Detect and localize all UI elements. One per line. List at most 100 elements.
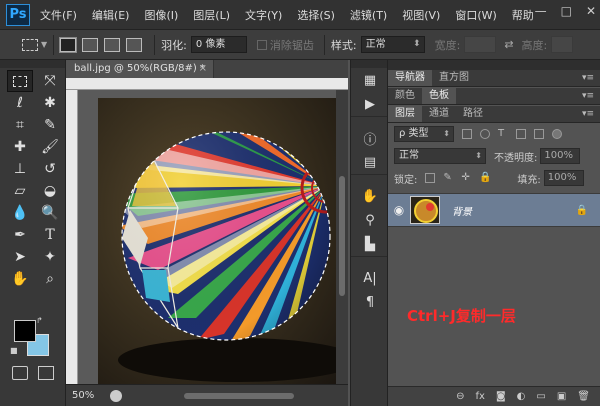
layer-row-background[interactable]: ◉ 背景 🔒 — [388, 193, 600, 227]
type-tool[interactable]: T — [37, 224, 63, 246]
add-selection-button[interactable] — [82, 37, 99, 52]
quick-mask-button[interactable] — [12, 366, 28, 380]
status-menu-icon[interactable] — [110, 389, 122, 402]
eyedropper-tool[interactable]: ✎ — [37, 114, 63, 136]
menu-image[interactable]: 图像(I) — [144, 7, 178, 23]
tab-channels[interactable]: 通道 — [422, 106, 456, 122]
menu-filter[interactable]: 滤镜(T) — [350, 7, 387, 23]
height-input[interactable] — [551, 36, 574, 53]
chevron-down-icon[interactable]: ▼ — [41, 40, 47, 49]
dodge-tool[interactable]: 🔍 — [37, 202, 63, 224]
info-panel-icon[interactable]: ⓘ — [351, 126, 389, 150]
menu-window[interactable]: 窗口(W) — [455, 7, 496, 23]
maximize-button[interactable]: □ — [561, 4, 572, 18]
lock-pixels-icon[interactable]: ✎ — [443, 173, 453, 183]
menu-type[interactable]: 文字(Y) — [245, 7, 282, 23]
mask-icon[interactable]: ◙ — [496, 391, 506, 402]
panel-menu-icon[interactable]: ▾≡ — [582, 106, 594, 122]
default-colors-icon[interactable]: ■ — [10, 346, 18, 355]
tab-navigator[interactable]: 导航器 — [388, 70, 432, 86]
filter-toggle-icon[interactable] — [552, 129, 562, 139]
visibility-eye-icon[interactable]: ◉ — [388, 203, 410, 217]
lock-all-icon[interactable]: 🔒 — [479, 173, 491, 183]
width-input[interactable] — [464, 36, 497, 53]
filter-type-icon[interactable]: T — [498, 129, 508, 139]
close-document-icon[interactable]: × — [199, 60, 207, 78]
folder-icon[interactable]: ▭ — [536, 391, 545, 402]
filter-smart-object-icon[interactable] — [534, 129, 544, 139]
tab-swatches[interactable]: 色板 — [422, 88, 456, 104]
foreground-color-swatch[interactable] — [14, 320, 36, 342]
dock-grip[interactable] — [351, 60, 387, 68]
minimize-button[interactable]: — — [535, 4, 547, 18]
path-selection-tool[interactable]: ➤ — [7, 246, 33, 268]
history-brush-tool[interactable]: ↺ — [37, 158, 63, 180]
marquee-tool[interactable] — [7, 70, 33, 92]
character-panel-icon[interactable]: A| — [351, 266, 389, 290]
zoom-level[interactable]: 50% — [72, 390, 102, 401]
adjustment-icon[interactable]: ◐ — [517, 391, 526, 402]
horizontal-scroll-thumb[interactable] — [184, 393, 294, 399]
blur-tool[interactable]: 💧 — [7, 202, 33, 224]
menu-file[interactable]: 文件(F) — [40, 7, 77, 23]
vertical-scrollbar[interactable] — [336, 90, 348, 384]
lock-position-icon[interactable]: ✛ — [461, 173, 471, 183]
tab-layers[interactable]: 图层 — [388, 106, 422, 122]
adjustments-icon[interactable]: ⚲ — [351, 208, 389, 232]
right-panel-grip[interactable] — [388, 60, 600, 70]
fill-input[interactable]: 100% — [543, 170, 584, 186]
close-window-button[interactable]: ✕ — [586, 4, 596, 18]
properties-panel-icon[interactable]: ▤ — [351, 150, 389, 174]
filter-pixel-icon[interactable] — [462, 129, 472, 139]
eraser-tool[interactable]: ▱ — [7, 180, 33, 202]
tab-paths[interactable]: 路径 — [456, 106, 490, 122]
magic-wand-tool[interactable]: ✱ — [37, 92, 63, 114]
brush-presets-icon[interactable]: ✋ — [351, 184, 389, 208]
new-selection-button[interactable] — [59, 36, 78, 53]
layer-name[interactable]: 背景 — [452, 203, 472, 218]
panel-menu-icon[interactable]: ▾≡ — [582, 88, 594, 104]
menu-layer[interactable]: 图层(L) — [193, 7, 230, 23]
swap-dimensions-icon[interactable]: ⇄ — [504, 38, 513, 51]
canvas[interactable] — [78, 90, 336, 384]
vertical-scroll-thumb[interactable] — [339, 176, 345, 296]
brush-tool[interactable]: 🖌 — [37, 136, 63, 158]
link-icon[interactable]: ⊖ — [456, 391, 464, 402]
paragraph-panel-icon[interactable]: ¶ — [351, 290, 389, 314]
lasso-tool[interactable]: ℓ — [7, 92, 33, 114]
intersect-selection-button[interactable] — [126, 37, 143, 52]
hand-tool[interactable]: ✋ — [7, 268, 33, 290]
antialias-checkbox[interactable] — [256, 39, 267, 50]
move-tool[interactable]: ⤧ — [37, 70, 63, 92]
healing-brush-tool[interactable]: ✚ — [7, 136, 33, 158]
clone-stamp-tool[interactable]: ⊥ — [7, 158, 33, 180]
menu-help[interactable]: 帮助 — [512, 7, 534, 23]
feather-input[interactable]: 0 像素 — [190, 36, 247, 53]
menu-view[interactable]: 视图(V) — [402, 7, 440, 23]
paint-bucket-tool[interactable]: ◒ — [37, 180, 63, 202]
trash-icon[interactable]: 🗑 — [577, 391, 590, 402]
menu-select[interactable]: 选择(S) — [297, 7, 335, 23]
marquee-preset-icon[interactable] — [22, 38, 38, 51]
actions-panel-icon[interactable]: ▶ — [351, 92, 389, 116]
history-panel-icon[interactable]: ▦ — [351, 68, 389, 92]
panel-menu-icon[interactable]: ▾≡ — [582, 70, 594, 86]
new-layer-icon[interactable]: ▣ — [557, 391, 566, 402]
screen-mode-button[interactable] — [38, 366, 54, 380]
filter-adjustment-icon[interactable] — [480, 129, 490, 139]
shape-tool[interactable]: ✦ — [37, 246, 63, 268]
fx-icon[interactable]: fx — [476, 391, 485, 402]
filter-shape-icon[interactable] — [516, 129, 526, 139]
lock-transparency-icon[interactable] — [425, 173, 436, 183]
zoom-tool[interactable]: ⌕ — [37, 268, 63, 290]
swap-colors-icon[interactable]: ↱ — [36, 316, 43, 325]
crop-tool[interactable]: ⌗ — [7, 114, 33, 136]
layer-kind-filter[interactable]: ρ 类型 — [394, 126, 454, 142]
panel-grip[interactable] — [0, 60, 65, 68]
document-tab[interactable]: ball.jpg @ 50%(RGB/8#) * × — [66, 60, 214, 78]
styles-icon[interactable]: ▙ — [351, 232, 389, 256]
opacity-input[interactable]: 100% — [540, 148, 581, 164]
blend-mode-select[interactable]: 正常 — [394, 148, 486, 164]
tab-color[interactable]: 颜色 — [388, 88, 422, 104]
tab-histogram[interactable]: 直方图 — [432, 70, 476, 86]
